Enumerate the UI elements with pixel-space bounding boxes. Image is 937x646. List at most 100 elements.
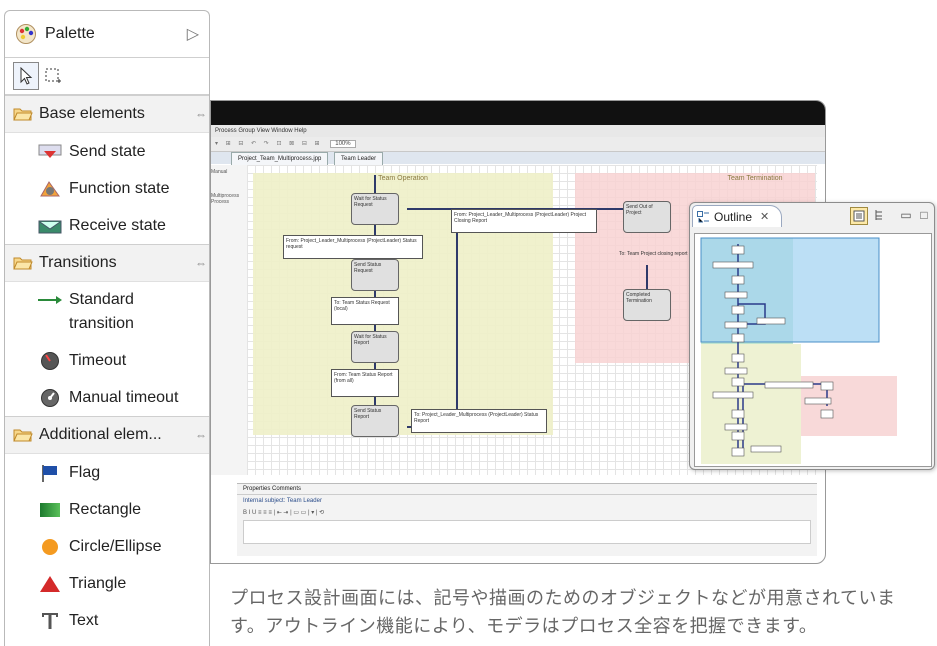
folder-open-icon <box>13 429 33 442</box>
state-send-status-request[interactable]: Send Status Request <box>351 259 399 291</box>
tree-mode-icon[interactable] <box>872 207 888 223</box>
item-label: Standard <box>69 291 134 308</box>
send-state-icon <box>37 141 63 163</box>
maximize-icon[interactable]: □ <box>916 207 932 223</box>
triangle-icon <box>37 573 63 595</box>
transition-note[interactable]: From: Project_Leader_Multiprocess (Proje… <box>451 209 597 233</box>
function-state-icon <box>37 178 63 200</box>
state-label: Send Status Request <box>354 262 382 274</box>
editor-tabs: Project_Team_Multiprocess.jpp Team Leade… <box>211 152 825 165</box>
state-send-out-of-project[interactable]: Send Out of Project <box>623 201 671 233</box>
item-label: Manual timeout <box>69 388 179 406</box>
outline-header: Outline ✕ ▭ □ <box>690 203 934 227</box>
overview-mode-icon[interactable] <box>850 207 868 225</box>
close-icon[interactable]: ✕ <box>760 210 769 223</box>
state-label: Send Out of Project <box>626 204 653 216</box>
palette-title: Palette <box>45 25 95 42</box>
palette-item-flag[interactable]: Flag <box>5 454 209 491</box>
outline-diagram-thumbnail <box>700 237 897 464</box>
palette-header: Palette ▷ <box>5 11 209 58</box>
item-label: Send state <box>69 142 146 160</box>
palette-item-triangle[interactable]: Triangle <box>5 565 209 602</box>
item-label: Circle/Ellipse <box>69 537 162 555</box>
circle-ellipse-icon <box>37 536 63 558</box>
state-send-status-report[interactable]: Send Status Report <box>351 405 399 437</box>
timeout-icon <box>37 350 63 372</box>
tab-team-leader[interactable]: Team Leader <box>334 152 384 165</box>
state-wait-status-report[interactable]: Wait for Status Report <box>351 331 399 363</box>
palette-item-send-state[interactable]: Send state <box>5 133 209 170</box>
item-label: Rectangle <box>69 500 142 518</box>
zoom-level[interactable]: 100% <box>330 140 356 148</box>
rectangle-icon <box>37 499 63 521</box>
state-completed-termination[interactable]: Completed Termination <box>623 289 671 321</box>
tab-outline[interactable]: Outline ✕ <box>692 205 782 227</box>
palette-item-standard-transition[interactable]: Standard transition <box>5 282 209 342</box>
palette-item-manual-timeout[interactable]: Manual timeout <box>5 379 209 416</box>
outline-view: Outline ✕ ▭ □ <box>689 202 935 470</box>
transition-note[interactable]: To: Project_Leader_Multiprocess (Project… <box>411 409 547 433</box>
item-label: Function state <box>69 179 170 197</box>
outline-title: Outline <box>714 209 753 224</box>
text-icon <box>37 610 63 632</box>
group-label: Base elements <box>39 105 145 122</box>
tab-project-file[interactable]: Project_Team_Multiprocess.jpp <box>231 152 329 165</box>
standard-transition-icon <box>37 289 63 311</box>
note-label: To: Project_Leader_Multiprocess (Project… <box>414 412 539 424</box>
item-label-line2: transition <box>69 315 134 332</box>
palette-item-timeout[interactable]: Timeout <box>5 342 209 379</box>
item-label: Text <box>69 611 99 629</box>
palette-item-text[interactable]: Text <box>5 602 209 639</box>
item-label: Flag <box>69 463 101 481</box>
note-label: From: Team Status Report (from all) <box>334 372 393 384</box>
pin-icon[interactable]: ⇔ <box>195 256 207 270</box>
folder-open-icon <box>13 257 33 270</box>
palette-tools <box>5 58 209 95</box>
palette-item-function-state[interactable]: Function state <box>5 170 209 207</box>
outline-icon <box>697 210 709 222</box>
state-label: Wait for Status Report <box>354 334 387 346</box>
group-base-elements[interactable]: Base elements ⇔ <box>5 95 209 133</box>
toolbar: ▾ ⊞ ⊟ ↶ ↷ ⊡ ⊠ ⊟ ⊞ 100% <box>211 137 825 152</box>
menu-bar[interactable]: Process Group View Window Help <box>211 125 825 137</box>
item-label: Timeout <box>69 351 127 369</box>
transition-note[interactable]: To: Team Status Request (local) <box>331 297 399 325</box>
state-label: Send Status Report <box>354 408 382 420</box>
select-tool-icon[interactable] <box>13 62 39 90</box>
manual-timeout-icon <box>37 387 63 409</box>
note-label: To: Team Status Request (local) <box>334 300 390 312</box>
item-label: Receive state <box>69 216 166 234</box>
palette-icon <box>16 24 36 44</box>
note-label: From: Project_Leader_Multiprocess (Proje… <box>454 212 586 224</box>
outline-canvas[interactable] <box>694 233 932 467</box>
comment-text-area[interactable] <box>243 520 811 544</box>
pin-icon[interactable]: ⇔ <box>195 428 207 442</box>
caption-text: プロセス設計画面には、記号や描画のためのオブジェクトなどが用意されています。アウ… <box>230 588 896 637</box>
palette-item-rectangle[interactable]: Rectangle <box>5 491 209 528</box>
group-transitions[interactable]: Transitions ⇔ <box>5 244 209 282</box>
window-top-bar <box>211 101 825 125</box>
internal-subject-label: Internal subject: Team Leader <box>243 498 322 504</box>
group-label: Additional elem... <box>39 426 162 443</box>
collapse-palette-icon[interactable]: ▷ <box>187 24 199 44</box>
bottom-tabs[interactable]: Properties Comments <box>237 484 817 495</box>
left-side-panel: Manual Multiprocess Process <box>211 165 248 475</box>
palette-item-receive-state[interactable]: Receive state <box>5 207 209 244</box>
group-additional-elements[interactable]: Additional elem... ⇔ <box>5 416 209 454</box>
receive-state-icon <box>37 215 63 237</box>
palette-panel: Palette ▷ Base elements ⇔ Send state Fun… <box>4 10 210 646</box>
palette-item-circle-ellipse[interactable]: Circle/Ellipse <box>5 528 209 565</box>
transition-note[interactable]: From: Team Status Report (from all) <box>331 369 399 397</box>
minimize-icon[interactable]: ▭ <box>898 207 914 223</box>
marquee-tool-icon[interactable] <box>41 63 65 89</box>
state-wait-status-request[interactable]: Wait for Status Request <box>351 193 399 225</box>
folder-open-icon <box>13 108 33 121</box>
group-label: Transitions <box>39 254 117 271</box>
pin-icon[interactable]: ⇔ <box>195 107 207 121</box>
properties-panel: Properties Comments Internal subject: Te… <box>237 483 817 556</box>
state-label: Wait for Status Request <box>354 196 387 208</box>
transition-note[interactable]: From: Project_Leader_Multiprocess (Proje… <box>283 235 423 259</box>
state-label: Completed Termination <box>626 292 652 304</box>
sidebar-text: Process <box>211 199 230 205</box>
format-toolbar[interactable]: B I U ≡ ≡ ≡ | ⇤ ⇥ | ▭ ▭ | ▾ | ⟲ <box>237 507 817 518</box>
